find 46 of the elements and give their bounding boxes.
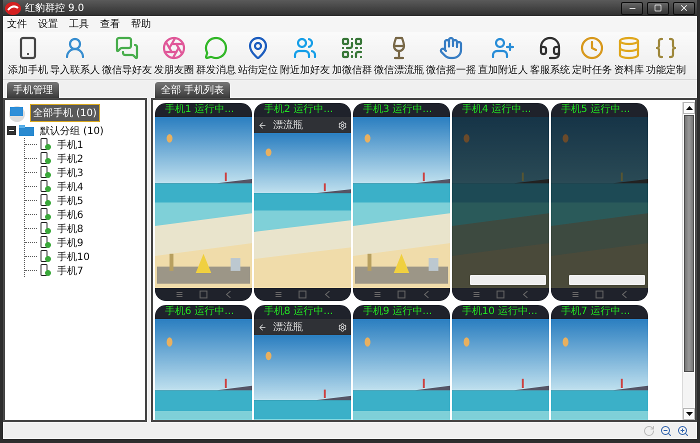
- phone-screen[interactable]: 手机8 运行中... 漂流瓶: [253, 304, 352, 420]
- phone-status: 手机9 运行中...: [362, 305, 434, 319]
- toolbar-button[interactable]: 微信漂流瓶: [373, 36, 425, 77]
- phone-status: 手机1 运行中...: [164, 103, 236, 117]
- phone-screen[interactable]: 手机9 运行中...: [352, 304, 451, 420]
- toolbar-button[interactable]: 微信摇一摇: [425, 36, 477, 77]
- app-title: 漂流瓶: [273, 320, 304, 334]
- toolbar-button[interactable]: 直加附近人: [477, 36, 529, 77]
- menu-item[interactable]: 查看: [100, 17, 120, 31]
- phone-screen[interactable]: 手机3 运行中...: [352, 102, 451, 302]
- tab[interactable]: 全部 手机列表: [155, 82, 230, 98]
- phone-status: 手机5 运行中...: [560, 103, 632, 117]
- toolbar-button[interactable]: 附近加好友: [279, 36, 331, 77]
- phone-status: 手机8 运行中...: [263, 305, 334, 319]
- menu-item[interactable]: 工具: [69, 17, 89, 31]
- toolbar-button[interactable]: 添加手机: [7, 36, 49, 77]
- toolbar-button[interactable]: 资料库: [613, 36, 645, 77]
- tree-item[interactable]: 全部手机 (10): [30, 104, 100, 122]
- phone-status: 手机3 运行中...: [362, 103, 434, 117]
- phone-screen[interactable]: 手机4 运行中...: [451, 102, 550, 302]
- toolbar-button[interactable]: 群发消息: [195, 36, 237, 77]
- phone-screen[interactable]: 手机1 运行中...: [154, 102, 253, 302]
- toolbar-button[interactable]: 导入联系人: [49, 36, 101, 77]
- phone-screen[interactable]: 手机6 运行中...: [154, 304, 253, 420]
- toolbar-button[interactable]: 定时任务: [571, 36, 613, 77]
- phone-status: 手机4 运行中...: [461, 103, 532, 117]
- toolbar-button[interactable]: 微信导好友: [101, 36, 153, 77]
- phone-screen[interactable]: 手机5 运行中...: [550, 102, 649, 302]
- phone-status: 手机2 运行中...: [263, 103, 334, 117]
- phone-status: 手机7 运行中...: [560, 305, 632, 319]
- phone-screen[interactable]: 手机7 运行中...: [550, 304, 649, 420]
- phone-screen[interactable]: 手机2 运行中... 漂流瓶: [253, 102, 352, 302]
- menu-item[interactable]: 文件: [7, 17, 27, 31]
- toolbar-button[interactable]: 客服系统: [529, 36, 571, 77]
- app-title: 漂流瓶: [273, 118, 304, 132]
- toolbar-button[interactable]: 发朋友圈: [153, 36, 195, 77]
- window-title: 红豹群控 9.0: [25, 2, 86, 15]
- phone-status: 手机6 运行中...: [164, 305, 236, 319]
- toolbar-button[interactable]: 站街定位: [237, 36, 279, 77]
- toolbar-button[interactable]: 加微信群: [331, 36, 373, 77]
- menu-item[interactable]: 设置: [38, 17, 58, 31]
- phone-status: 手机10 运行中...: [461, 305, 538, 319]
- menu-item[interactable]: 帮助: [131, 17, 151, 31]
- toolbar-button[interactable]: 功能定制: [645, 36, 687, 77]
- phone-screen[interactable]: 手机10 运行中...: [451, 304, 550, 420]
- tab[interactable]: 手机管理: [7, 82, 59, 98]
